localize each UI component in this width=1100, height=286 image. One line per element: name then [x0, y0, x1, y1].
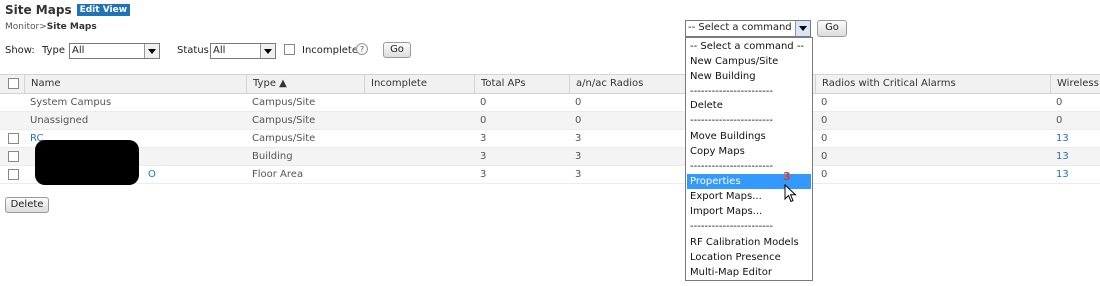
- row-wireless: 0: [1056, 97, 1063, 108]
- command-option-separator: -----------------------: [690, 115, 773, 126]
- row-total-aps: 0: [480, 115, 487, 126]
- show-label: Show:: [5, 45, 35, 56]
- row-name-link[interactable]: [24, 148, 30, 165]
- command-option-import-maps[interactable]: Import Maps...: [687, 204, 811, 219]
- row-total-aps: 3: [480, 133, 487, 144]
- status-filter-value: All: [213, 45, 226, 56]
- command-option-new-building[interactable]: New Building: [687, 69, 811, 84]
- row-total-aps: 3: [480, 169, 487, 180]
- command-select-value: -- Select a command --: [688, 22, 803, 33]
- chevron-down-icon: [260, 44, 275, 58]
- breadcrumb-current: Site Maps: [46, 22, 97, 32]
- type-filter-select[interactable]: All: [69, 43, 160, 59]
- command-option-move-buildings[interactable]: Move Buildings: [687, 129, 811, 144]
- row-checkbox[interactable]: [8, 133, 19, 144]
- column-header-radios[interactable]: a/n/ac Radios: [569, 75, 685, 93]
- row-type: Building: [252, 151, 293, 162]
- command-option-new-campus[interactable]: New Campus/Site: [687, 54, 811, 69]
- row-critical: 0: [821, 97, 828, 108]
- incomplete-label: Incomplete: [302, 45, 358, 56]
- row-wireless-link[interactable]: 13: [1050, 130, 1069, 147]
- row-wireless: 0: [1056, 115, 1063, 126]
- row-type: Campus/Site: [252, 97, 316, 108]
- command-option-delete[interactable]: Delete: [687, 98, 811, 113]
- edit-view-link[interactable]: Edit View: [76, 4, 131, 16]
- page-title-text: Site Maps: [5, 3, 72, 17]
- column-header-type-label: Type: [253, 78, 276, 89]
- step-annotation: 3: [783, 170, 791, 183]
- row-name-link[interactable]: O: [142, 166, 156, 183]
- command-option-separator: -----------------------: [690, 161, 773, 172]
- table-row: Building 3 3 0 13: [0, 148, 1100, 166]
- chevron-down-icon: [144, 44, 159, 58]
- column-header-total-aps[interactable]: Total APs: [474, 75, 569, 93]
- column-header-name[interactable]: Name: [24, 75, 246, 93]
- chevron-down-icon: [795, 21, 810, 36]
- select-all-checkbox[interactable]: [8, 78, 19, 89]
- command-option[interactable]: -- Select a command --: [687, 39, 811, 54]
- row-name: Unassigned: [30, 115, 89, 126]
- breadcrumb-monitor[interactable]: Monitor: [5, 22, 39, 32]
- row-radios: 3: [575, 151, 582, 162]
- row-type: Campus/Site: [252, 133, 316, 144]
- row-wireless-link[interactable]: 13: [1050, 148, 1069, 165]
- breadcrumb: Monitor>Site Maps: [5, 22, 97, 32]
- type-filter-value: All: [72, 45, 85, 56]
- page-title: Site Maps Edit View: [5, 3, 131, 17]
- type-label: Type: [42, 45, 65, 56]
- row-type: Campus/Site: [252, 115, 316, 126]
- table-row: O Floor Area 3 3 0 13: [0, 166, 1100, 184]
- command-option-rf-calibration[interactable]: RF Calibration Models: [687, 235, 811, 250]
- row-name: System Campus: [30, 97, 112, 108]
- filter-go-button[interactable]: Go: [383, 42, 411, 58]
- sort-ascending-icon: ▲: [279, 78, 287, 89]
- command-option-copy-maps[interactable]: Copy Maps: [687, 144, 811, 159]
- command-go-button[interactable]: Go: [817, 20, 847, 37]
- command-option-multi-map-editor[interactable]: Multi-Map Editor: [687, 265, 811, 280]
- command-select[interactable]: -- Select a command --: [685, 20, 811, 37]
- column-header-critical-alarms[interactable]: Radios with Critical Alarms: [815, 75, 1050, 93]
- incomplete-checkbox[interactable]: [284, 44, 295, 55]
- command-dropdown-list: -- Select a command -- New Campus/Site N…: [685, 37, 813, 281]
- mouse-pointer-icon: [784, 184, 797, 203]
- status-label: Status: [177, 45, 209, 56]
- row-total-aps: 3: [480, 151, 487, 162]
- row-checkbox[interactable]: [8, 151, 19, 162]
- breadcrumb-separator: >: [39, 22, 47, 32]
- status-filter-select[interactable]: All: [210, 43, 276, 59]
- column-header-incomplete[interactable]: Incomplete: [364, 75, 474, 93]
- column-header-wireless[interactable]: Wireless C: [1050, 75, 1100, 93]
- command-option-separator: -----------------------: [690, 221, 773, 232]
- table-row: Unassigned Campus/Site 0 0 0 0: [0, 112, 1100, 130]
- table-row: RC Campus/Site 3 3 0 13: [0, 130, 1100, 148]
- row-critical: 0: [821, 115, 828, 126]
- row-total-aps: 0: [480, 97, 487, 108]
- command-option-separator: -----------------------: [690, 86, 773, 97]
- command-option-location-presence[interactable]: Location Presence: [687, 250, 811, 265]
- help-icon[interactable]: ?: [356, 43, 368, 55]
- filter-bar: Show: Type All Status All Incomplete ? G…: [0, 41, 460, 63]
- column-header-type[interactable]: Type ▲: [246, 75, 364, 93]
- row-radios: 0: [575, 97, 582, 108]
- row-radios: 3: [575, 133, 582, 144]
- row-radios: 3: [575, 169, 582, 180]
- redaction-block: [35, 140, 139, 185]
- row-critical: 0: [821, 151, 828, 162]
- row-critical: 0: [821, 169, 828, 180]
- row-radios: 0: [575, 115, 582, 126]
- table-row: System Campus Campus/Site 0 0 0 0: [0, 94, 1100, 112]
- table-header: Name Type ▲ Incomplete Total APs a/n/ac …: [0, 74, 1100, 94]
- row-type: Floor Area: [252, 169, 304, 180]
- row-checkbox[interactable]: [8, 169, 19, 180]
- row-wireless-link[interactable]: 13: [1050, 166, 1069, 183]
- delete-button[interactable]: Delete: [5, 197, 49, 213]
- row-critical: 0: [821, 133, 828, 144]
